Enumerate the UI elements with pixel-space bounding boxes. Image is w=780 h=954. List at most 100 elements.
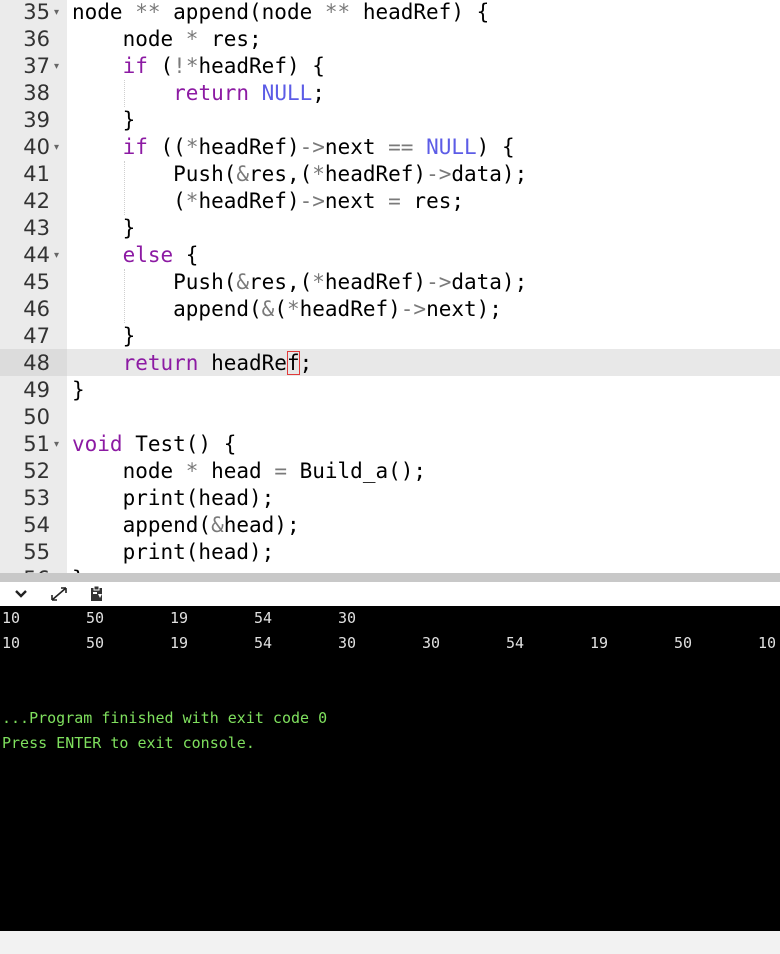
code-text[interactable]: } (72, 377, 85, 404)
code-line[interactable]: 37 ▾ if (!*headRef) { (0, 53, 780, 80)
line-number: 52 (23, 459, 50, 483)
program-finished-message: ...Program finished with exit code 0 (2, 709, 328, 727)
line-number: 54 (23, 513, 50, 537)
line-number: 37 (23, 54, 50, 78)
code-line[interactable]: 41 Push(&res,(*headRef)->data); (0, 161, 780, 188)
code-line[interactable]: 44 ▾ else { (0, 242, 780, 269)
line-number: 43 (23, 216, 50, 240)
code-line[interactable]: 54 append(&head); (0, 512, 780, 539)
code-text[interactable]: return headRef; (72, 350, 312, 377)
code-text[interactable]: if (!*headRef) { (72, 53, 325, 80)
code-line[interactable]: 53 print(head); (0, 485, 780, 512)
code-text[interactable]: void Test() { (72, 431, 236, 458)
line-number: 36 (23, 27, 50, 51)
line-number: 38 (23, 81, 50, 105)
code-text[interactable]: print(head); (72, 539, 275, 566)
fold-toggle-icon[interactable]: ▾ (54, 53, 64, 80)
console-value: 54 (254, 634, 273, 652)
code-text[interactable]: (*headRef)->next = res; (72, 188, 464, 215)
console-value: 30 (422, 634, 441, 652)
code-text[interactable]: } (72, 566, 85, 573)
console-value: 50 (86, 609, 105, 627)
fold-toggle-icon[interactable]: ▾ (54, 134, 64, 161)
code-text[interactable]: append(&head); (72, 512, 300, 539)
code-line[interactable]: 52 node * head = Build_a(); (0, 458, 780, 485)
console-value: 10 (758, 634, 777, 652)
line-number: 56 (0, 566, 50, 573)
console-value: 19 (170, 634, 189, 652)
line-number: 45 (23, 270, 50, 294)
line-number: 44 (23, 243, 50, 267)
console-value: 50 (86, 634, 105, 652)
expand-arrows-icon[interactable] (48, 584, 70, 604)
indent-guide (124, 80, 125, 107)
fold-toggle-icon[interactable]: ▾ (54, 0, 64, 26)
line-number: 40 (23, 135, 50, 159)
code-line[interactable]: 47 } (0, 323, 780, 350)
clipboard-icon[interactable] (86, 584, 108, 604)
code-text[interactable]: append(&(*headRef)->next); (72, 296, 502, 323)
line-number: 53 (23, 486, 50, 510)
line-number: 50 (23, 405, 50, 429)
code-text[interactable]: } (72, 323, 136, 350)
console-value: 19 (590, 634, 609, 652)
console-value: 54 (506, 634, 525, 652)
line-number: 41 (23, 162, 50, 186)
line-number: 47 (23, 324, 50, 348)
code-text[interactable]: Push(&res,(*headRef)->data); (72, 161, 527, 188)
line-number: 35 (23, 0, 50, 24)
code-text[interactable]: } (72, 215, 136, 242)
code-text[interactable]: Push(&res,(*headRef)->data); (72, 269, 527, 296)
text-cursor: f (286, 351, 300, 375)
code-text[interactable]: else { (72, 242, 199, 269)
line-number: 51 (23, 432, 50, 456)
code-line[interactable]: 43 } (0, 215, 780, 242)
line-number: 42 (23, 189, 50, 213)
console-output-line: 10 50 19 54 30 30 54 19 50 10 (0, 631, 780, 655)
fold-toggle-icon[interactable]: ▾ (54, 242, 64, 269)
code-line[interactable]: 35 ▾ node ** append(node ** headRef) { (0, 0, 780, 26)
code-line[interactable]: 39 } (0, 107, 780, 134)
console-output[interactable]: 10 50 19 54 30 10 50 19 54 30 30 54 19 50 10 ...Progra… (0, 606, 780, 931)
code-line[interactable]: 49} (0, 377, 780, 404)
code-text[interactable]: print(head); (72, 485, 275, 512)
console-output-line: 10 50 19 54 30 (0, 606, 780, 630)
pane-splitter[interactable] (0, 573, 780, 582)
indent-guide (124, 161, 125, 215)
code-line[interactable]: 40 ▾ if ((*headRef)->next == NULL) { (0, 134, 780, 161)
code-text[interactable]: node * head = Build_a(); (72, 458, 426, 485)
code-line[interactable]: 56} (0, 566, 780, 573)
line-number: 55 (23, 540, 50, 564)
bottom-strip (0, 931, 780, 954)
code-text[interactable]: node * res; (72, 26, 262, 53)
console-value: 30 (338, 634, 357, 652)
code-line[interactable]: 48 return headRef; (0, 350, 780, 377)
fold-toggle-icon[interactable]: ▾ (54, 431, 64, 458)
code-line[interactable]: 51 ▾ void Test() { (0, 431, 780, 458)
code-line[interactable]: 38 return NULL; (0, 80, 780, 107)
code-text[interactable]: } (72, 107, 136, 134)
console-toolbar (0, 582, 780, 606)
indent-guide (124, 269, 125, 323)
line-number: 46 (23, 297, 50, 321)
code-line[interactable]: 45 Push(&res,(*headRef)->data); (0, 269, 780, 296)
console-value: 10 (2, 634, 21, 652)
code-line[interactable]: 50 (0, 404, 780, 431)
code-line[interactable]: 55 print(head); (0, 539, 780, 566)
code-text[interactable]: node ** append(node ** headRef) { (72, 0, 489, 26)
chevron-down-icon[interactable] (10, 584, 32, 604)
console-value: 10 (2, 609, 21, 627)
code-text[interactable]: if ((*headRef)->next == NULL) { (72, 134, 515, 161)
code-editor[interactable]: 35 ▾ node ** append(node ** headRef) {36 n… (0, 0, 780, 573)
line-number: 49 (23, 378, 50, 402)
console-value: 30 (338, 609, 357, 627)
console-value: 54 (254, 609, 273, 627)
code-line[interactable]: 42 (*headRef)->next = res; (0, 188, 780, 215)
line-number: 39 (23, 108, 50, 132)
code-text[interactable]: return NULL; (72, 80, 325, 107)
line-number: 48 (23, 351, 50, 375)
press-enter-prompt: Press ENTER to exit console. (2, 734, 255, 752)
code-line[interactable]: 36 node * res; (0, 26, 780, 53)
console-value: 19 (170, 609, 189, 627)
code-line[interactable]: 46 append(&(*headRef)->next); (0, 296, 780, 323)
